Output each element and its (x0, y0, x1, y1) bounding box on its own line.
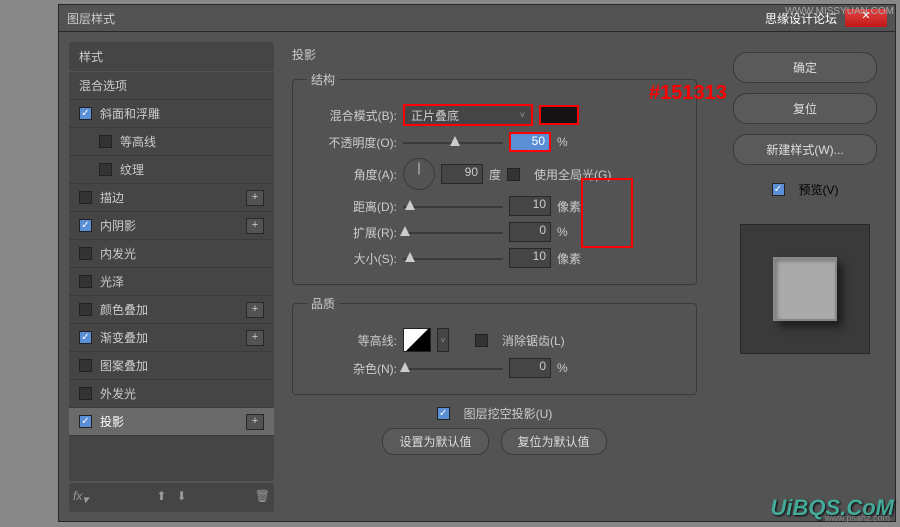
style-drop-shadow[interactable]: ✓投影+ (69, 408, 274, 436)
size-slider[interactable] (403, 252, 503, 264)
checkbox-icon[interactable] (79, 275, 92, 288)
global-light-checkbox[interactable] (507, 168, 520, 181)
angle-input[interactable]: 90 (441, 164, 483, 184)
right-panel: 确定 复位 新建样式(W)... ✓ 预览(V) (715, 32, 895, 522)
watermark-top: WWW.MISSYUAN.COM (785, 6, 894, 17)
spread-input[interactable]: 0 (509, 222, 551, 242)
effect-title: 投影 (284, 42, 705, 67)
shadow-color-swatch[interactable] (539, 105, 579, 125)
size-label: 大小(S): (307, 250, 397, 267)
blend-mode-label: 混合模式(B): (307, 107, 397, 124)
quality-group: 品质 等高线: ˅ 消除锯齿(L) 杂色(N): 0 % (292, 295, 697, 395)
checkbox-icon[interactable] (99, 163, 112, 176)
plus-icon[interactable]: + (246, 190, 264, 206)
blend-options[interactable]: 混合选项 (69, 72, 274, 100)
style-inner-shadow[interactable]: ✓内阴影+ (69, 212, 274, 240)
noise-label: 杂色(N): (307, 360, 397, 377)
size-input[interactable]: 10 (509, 248, 551, 268)
sidebar-header: 样式 (69, 42, 274, 71)
preview-label: 预览(V) (799, 181, 839, 198)
noise-slider[interactable] (403, 362, 503, 374)
sidebar: 样式 混合选项 ✓斜面和浮雕 等高线 纹理 描边+ ✓内阴影+ 内发光 光泽 颜… (59, 32, 284, 522)
style-outer-glow[interactable]: 外发光 (69, 380, 274, 408)
contour-picker[interactable] (403, 328, 431, 352)
new-style-button[interactable]: 新建样式(W)... (733, 134, 877, 165)
checkbox-icon[interactable]: ✓ (79, 219, 92, 232)
antialias-checkbox[interactable] (475, 334, 488, 347)
main-panel: 投影 结构 混合模式(B): 正片叠底˅ 不透明度(O): 50 % 角度(A)… (284, 32, 715, 522)
style-gradient-overlay[interactable]: ✓渐变叠加+ (69, 324, 274, 352)
structure-group: 结构 混合模式(B): 正片叠底˅ 不透明度(O): 50 % 角度(A): 9… (292, 71, 697, 285)
plus-icon[interactable]: + (246, 330, 264, 346)
plus-icon[interactable]: + (246, 218, 264, 234)
checkbox-icon[interactable] (79, 247, 92, 260)
dialog-title: 图层样式 (67, 10, 115, 27)
sidebar-footer: fx▾ ⬆ ⬇ 🗑 (69, 483, 274, 512)
style-list: 混合选项 ✓斜面和浮雕 等高线 纹理 描边+ ✓内阴影+ 内发光 光泽 颜色叠加… (69, 72, 274, 481)
opacity-label: 不透明度(O): (307, 134, 397, 151)
checkbox-icon[interactable] (79, 303, 92, 316)
reset-default-button[interactable]: 复位为默认值 (501, 428, 607, 455)
ok-button[interactable]: 确定 (733, 52, 877, 83)
style-inner-glow[interactable]: 内发光 (69, 240, 274, 268)
opacity-input[interactable]: 50 (509, 132, 551, 152)
checkbox-icon[interactable] (79, 191, 92, 204)
arrow-up-icon[interactable]: ⬆ (157, 489, 167, 506)
contour-label: 等高线: (307, 332, 397, 349)
preview-swatch (773, 257, 837, 321)
blend-mode-dropdown[interactable]: 正片叠底˅ (403, 104, 533, 126)
checkbox-icon[interactable] (79, 359, 92, 372)
global-light-label: 使用全局光(G) (534, 166, 611, 183)
noise-input[interactable]: 0 (509, 358, 551, 378)
fx-icon[interactable]: fx▾ (73, 489, 88, 506)
cancel-button[interactable]: 复位 (733, 93, 877, 124)
angle-dial[interactable] (403, 158, 435, 190)
checkbox-icon[interactable]: ✓ (79, 415, 92, 428)
watermark-bottom: www.psahz.com (825, 513, 890, 523)
distance-label: 距离(D): (307, 198, 397, 215)
chevron-down-icon[interactable]: ˅ (437, 328, 449, 352)
style-stroke[interactable]: 描边+ (69, 184, 274, 212)
style-color-overlay[interactable]: 颜色叠加+ (69, 296, 274, 324)
opacity-slider[interactable] (403, 136, 503, 148)
arrow-down-icon[interactable]: ⬇ (177, 489, 187, 506)
style-bevel[interactable]: ✓斜面和浮雕 (69, 100, 274, 128)
titlebar: 图层样式 思缘设计论坛 ✕ (59, 5, 895, 32)
spread-label: 扩展(R): (307, 224, 397, 241)
preview-box (740, 224, 870, 354)
annotation-hex: #151313 (649, 82, 727, 105)
angle-label: 角度(A): (307, 166, 397, 183)
antialias-label: 消除锯齿(L) (502, 332, 565, 349)
style-texture[interactable]: 纹理 (69, 156, 274, 184)
knockout-checkbox[interactable]: ✓ (437, 407, 450, 420)
style-pattern-overlay[interactable]: 图案叠加 (69, 352, 274, 380)
distance-input[interactable]: 10 (509, 196, 551, 216)
checkbox-icon[interactable]: ✓ (79, 107, 92, 120)
plus-icon[interactable]: + (246, 302, 264, 318)
checkbox-icon[interactable] (79, 387, 92, 400)
checkbox-icon[interactable] (99, 135, 112, 148)
trash-icon[interactable]: 🗑 (255, 489, 270, 506)
knockout-label: 图层挖空投影(U) (464, 405, 553, 422)
distance-slider[interactable] (403, 200, 503, 212)
preview-checkbox[interactable]: ✓ (772, 183, 785, 196)
spread-slider[interactable] (403, 226, 503, 238)
plus-icon[interactable]: + (246, 414, 264, 430)
style-contour[interactable]: 等高线 (69, 128, 274, 156)
checkbox-icon[interactable]: ✓ (79, 331, 92, 344)
make-default-button[interactable]: 设置为默认值 (382, 428, 488, 455)
layer-style-dialog: 图层样式 思缘设计论坛 ✕ 样式 混合选项 ✓斜面和浮雕 等高线 纹理 描边+ … (58, 4, 896, 522)
chevron-down-icon: ˅ (520, 110, 525, 120)
style-satin[interactable]: 光泽 (69, 268, 274, 296)
